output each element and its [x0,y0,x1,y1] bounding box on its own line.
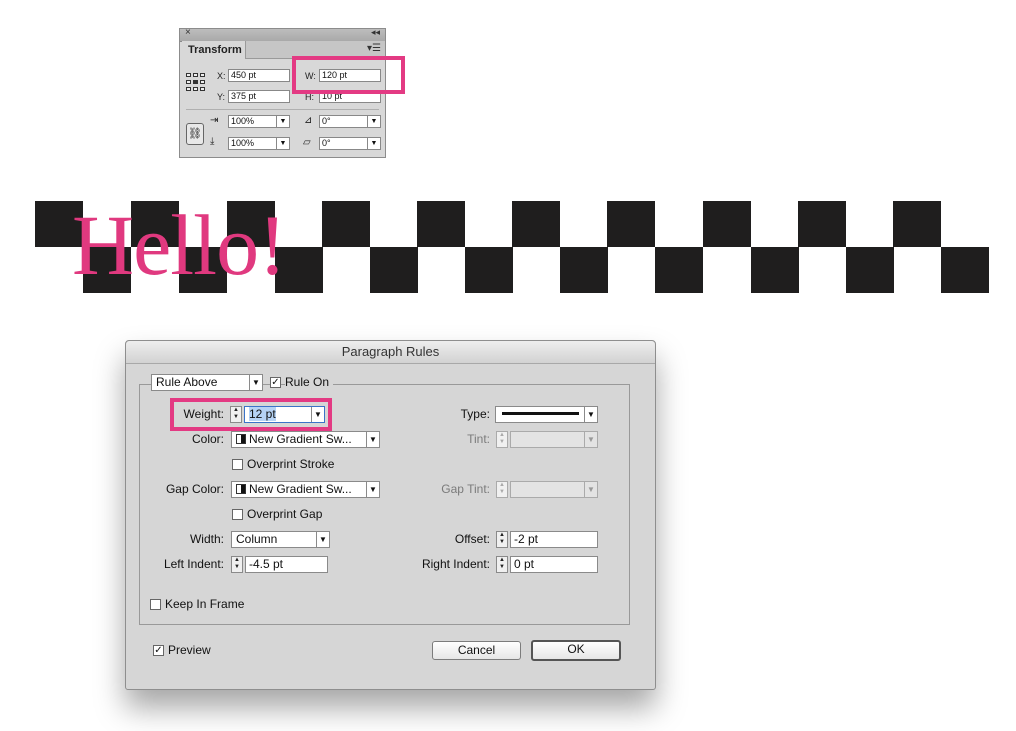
y-field[interactable]: 375 pt [228,90,290,103]
offset-stepper[interactable]: ▲ ▼ [496,531,508,548]
collapse-icon[interactable]: ◂◂ [371,27,380,38]
gradient-swatch-icon [236,434,246,444]
rule-on-label: Rule On [285,375,334,389]
width-label: Width: [189,532,224,546]
chevron-down-icon: ▼ [584,432,597,447]
shear-select[interactable]: 0° ▼ [319,137,381,150]
keep-in-frame-checkbox[interactable] [150,599,161,610]
tint-label: Tint: [467,432,490,446]
rule-on-checkbox[interactable]: ✓ [270,377,281,388]
chevron-down-icon: ▼ [316,532,329,547]
constrain-proportions-icon[interactable]: ⛓ [186,123,204,145]
checker-cell [417,201,465,247]
checker-cell [703,201,751,247]
weight-highlight-box [170,398,332,431]
overprint-stroke-label: Overprint Stroke [247,457,335,471]
chevron-down-icon: ▼ [367,138,380,149]
checker-cell [655,247,703,293]
chevron-down-icon: ▼ [367,116,380,127]
rotate-icon: ⊿ [304,115,313,126]
type-label: Type: [460,407,490,421]
w-highlight-box [292,56,405,94]
checker-cell [322,201,370,247]
left-indent-field[interactable]: -4.5 pt [245,556,328,573]
scale-x-select[interactable]: 100% ▼ [228,115,290,128]
reference-point-icon[interactable] [186,73,206,93]
checker-cell [465,247,513,293]
gap-tint-label: Gap Tint: [441,482,490,496]
overprint-stroke-checkbox[interactable] [232,459,243,470]
right-indent-stepper[interactable]: ▲ ▼ [496,556,508,573]
gradient-swatch-icon [236,484,246,494]
solid-line-icon [502,412,579,415]
rotate-value: 0° [322,116,331,126]
offset-label: Offset: [454,532,490,546]
dialog-title: Paragraph Rules [126,341,655,364]
tab-transform[interactable]: Transform [182,41,246,59]
checker-cell [560,247,608,293]
left-indent-stepper[interactable]: ▲ ▼ [231,556,243,573]
scale-y-value: 100% [231,138,255,148]
shear-icon: ▱ [303,137,311,148]
x-field[interactable]: 450 pt [228,69,290,82]
right-indent-field[interactable]: 0 pt [510,556,598,573]
color-label: Color: [191,432,224,446]
left-indent-label: Left Indent: [163,557,224,571]
checker-cell [846,247,894,293]
tint-select[interactable]: ▼ [510,431,598,448]
overprint-gap-checkbox[interactable] [232,509,243,520]
rotate-select[interactable]: 0° ▼ [319,115,381,128]
y-label: Y: [217,92,226,102]
close-icon[interactable]: × [185,27,191,38]
checker-cell [370,247,418,293]
cancel-button[interactable]: Cancel [432,641,521,660]
offset-field[interactable]: -2 pt [510,531,598,548]
checker-cell [751,247,799,293]
gap-color-select[interactable]: New Gradient Sw... ▼ [231,481,380,498]
scale-y-icon: ⤓ [210,136,215,147]
gap-color-value: New Gradient Sw... [249,482,352,496]
width-value: Column [236,532,278,546]
right-indent-label: Right Indent: [421,557,490,571]
checker-cell [893,201,941,247]
width-select[interactable]: Column ▼ [231,531,330,548]
chevron-down-icon: ▼ [276,138,289,149]
ok-button[interactable]: OK [531,640,621,661]
shear-value: 0° [322,138,331,148]
checker-cell [607,201,655,247]
checker-cell [798,201,846,247]
chevron-down-icon: ▼ [584,482,597,497]
panel-menu-icon[interactable]: ▾☰ [367,43,381,54]
gap-color-label: Gap Color: [165,482,224,496]
paragraph-rules-dialog: Paragraph Rules Rule Above ▼ ✓ Rule On We… [125,340,656,690]
hello-text: Hello! [72,197,287,293]
color-select[interactable]: New Gradient Sw... ▼ [231,431,380,448]
preview-label: Preview [168,643,211,657]
rule-position-value: Rule Above [156,375,218,389]
gap-tint-select[interactable]: ▼ [510,481,598,498]
scale-x-icon: ⇥ [210,115,219,126]
checker-cell [512,201,560,247]
chevron-down-icon: ▼ [366,432,379,447]
chevron-down-icon: ▼ [584,407,597,422]
scale-y-select[interactable]: 100% ▼ [228,137,290,150]
x-label: X: [217,71,226,81]
checker-cell [941,247,989,293]
scale-x-value: 100% [231,116,255,126]
rule-position-select[interactable]: Rule Above ▼ [151,374,263,391]
tint-stepper[interactable]: ▲ ▼ [496,431,508,448]
chevron-down-icon: ▼ [249,375,262,390]
chevron-down-icon: ▼ [276,116,289,127]
color-value: New Gradient Sw... [249,432,352,446]
keep-in-frame-label: Keep In Frame [165,597,245,611]
chevron-down-icon: ▼ [366,482,379,497]
gap-tint-stepper[interactable]: ▲ ▼ [496,481,508,498]
type-select[interactable]: ▼ [495,406,598,423]
overprint-gap-label: Overprint Gap [247,507,323,521]
divider [186,109,379,110]
preview-checkbox[interactable]: ✓ [153,645,164,656]
